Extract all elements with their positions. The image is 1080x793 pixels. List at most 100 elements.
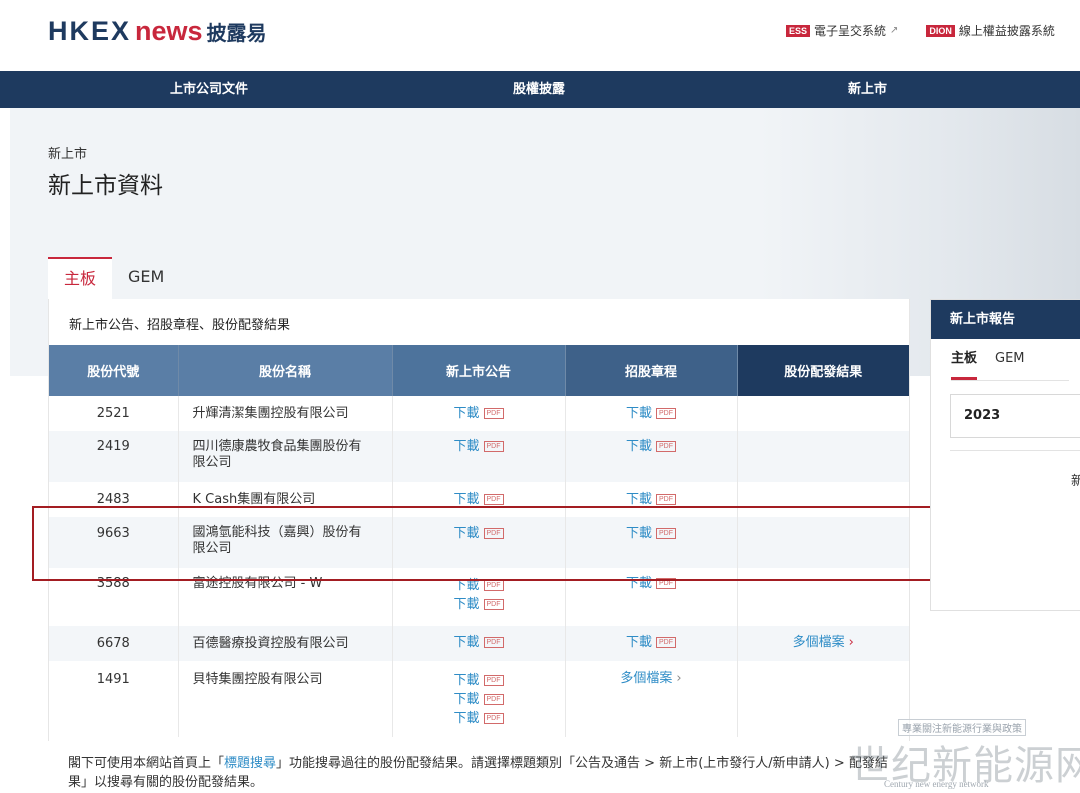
ess-link-label: 電子呈交系統: [814, 24, 887, 38]
footnote: 閣下可使用本網站首頁上「標題搜尋」功能搜尋過往的股份配發結果。請選擇標題類別「公…: [68, 754, 898, 792]
side-tab-gem[interactable]: GEM: [995, 339, 1025, 380]
nav-item-disclosure-of-interests[interactable]: 股權披露: [513, 71, 565, 108]
nav-item-listed-company-documents[interactable]: 上市公司文件: [170, 71, 248, 108]
prospectus-cell: 下載 PDF: [565, 396, 738, 431]
stock-code: 6678: [96, 636, 130, 651]
external-link-icon: ↗: [890, 25, 899, 36]
download-label: 下載: [453, 597, 480, 612]
download-label: 下載: [625, 492, 652, 507]
download-link[interactable]: 下載 PDF: [566, 404, 737, 423]
pdf-icon: PDF: [483, 637, 504, 648]
new-listing-report-panel: 新上市報告 主板 GEM 2023 新: [930, 299, 1080, 611]
announcement-cell: 下載 PDF: [392, 626, 566, 661]
pdf-icon: PDF: [656, 441, 676, 452]
download-label: 下載: [453, 673, 480, 688]
column-header-allotment-results: 股份配發結果: [737, 345, 909, 396]
pdf-icon: PDF: [656, 494, 676, 505]
download-label: 下載: [453, 439, 480, 454]
multiple-files-link[interactable]: 多個檔案 ›: [738, 633, 910, 652]
allotment-cell: 多個檔案 ›: [737, 626, 909, 661]
download-link[interactable]: 下載 PDF: [393, 595, 565, 614]
download-link[interactable]: 下載 PDF: [393, 404, 565, 423]
stock-name-cell: 四川德康農牧食品集團股份有限公司: [178, 431, 393, 482]
pdf-icon: PDF: [483, 713, 504, 724]
download-link[interactable]: 下載 PDF: [393, 633, 565, 652]
download-label: 下載: [453, 635, 480, 650]
watermark: 專業關注新能源行業與政策 世纪新能源网 Century new energy n…: [850, 719, 1080, 793]
download-link[interactable]: 下載 PDF: [393, 437, 565, 456]
stock-code: 2483: [96, 492, 130, 507]
dion-link[interactable]: DION 線上權益披露系統: [926, 22, 1055, 39]
panel-title: 新上市公告、招股章程、股份配發結果: [69, 318, 291, 333]
pdf-icon: PDF: [656, 637, 676, 648]
column-header-prospectus: 招股章程: [565, 345, 738, 396]
pdf-icon: PDF: [483, 599, 504, 610]
pdf-icon: PDF: [656, 408, 676, 419]
table-row: 6678 百德醫療投資控股有限公司 下載 PDF 下載 PDF 多個檔案 ›: [49, 626, 909, 661]
hkexnews-logo[interactable]: HKEX news 披露易: [48, 16, 267, 48]
stock-name: 升輝清潔集團控股有限公司: [192, 406, 349, 421]
year-select[interactable]: 2023: [950, 394, 1080, 438]
side-panel-title: 新上市報告: [931, 300, 1080, 339]
dion-tag: DION: [926, 24, 955, 37]
download-label: 下載: [453, 406, 480, 421]
stock-name-cell: 升輝清潔集團控股有限公司: [178, 396, 393, 431]
side-tabs: 主板 GEM: [951, 339, 1069, 381]
prospectus-cell: 下載 PDF: [565, 626, 738, 661]
title-search-link[interactable]: 標題搜尋: [224, 756, 276, 771]
stock-name: 百德醫療投資控股有限公司: [192, 636, 349, 651]
table-row: 2419 四川德康農牧食品集團股份有限公司 下載 PDF 下載 PDF: [49, 431, 909, 482]
stock-name: K Cash集團有限公司: [192, 492, 316, 507]
chevron-right-icon: ›: [676, 671, 682, 686]
pdf-icon: PDF: [483, 694, 504, 705]
stock-code-cell: 1491: [49, 661, 179, 737]
download-link[interactable]: 下載 PDF: [393, 671, 565, 690]
breadcrumb[interactable]: 新上市: [48, 143, 87, 162]
side-tab-main-board[interactable]: 主板: [951, 339, 978, 380]
prospectus-cell: 多個檔案 ›: [565, 661, 738, 737]
stock-name-cell: 百德醫療投資控股有限公司: [178, 626, 393, 661]
ess-tag: ESS: [786, 24, 811, 37]
stock-code-cell: 2521: [49, 396, 179, 431]
table-row: 2521 升輝清潔集團控股有限公司 下載 PDF 下載 PDF: [49, 396, 909, 431]
dion-link-label: 線上權益披露系統: [958, 24, 1055, 38]
tab-gem[interactable]: GEM: [112, 257, 180, 299]
download-link[interactable]: 下載 PDF: [566, 633, 737, 652]
stock-code: 1491: [96, 672, 130, 687]
pdf-icon: PDF: [483, 494, 504, 505]
multiple-files-label: 多個檔案: [792, 635, 845, 650]
top-links: ESS 電子呈交系統 ↗ DION 線上權益披露系統: [786, 22, 1055, 39]
download-label: 下載: [625, 406, 652, 421]
stock-name: 四川德康農牧食品集團股份有限公司: [192, 439, 362, 470]
side-report-link[interactable]: 新: [1071, 470, 1080, 489]
logo-chinese-text: 披露易: [206, 21, 267, 45]
ess-link[interactable]: ESS 電子呈交系統 ↗: [786, 22, 898, 39]
prospectus-cell: 下載 PDF: [565, 431, 738, 482]
watermark-english: Century new energy network: [884, 779, 989, 789]
announcement-cell: 下載 PDF: [392, 431, 566, 482]
stock-name-cell: 貝特集團控股有限公司: [178, 661, 393, 737]
download-link[interactable]: 下載 PDF: [566, 437, 737, 456]
tab-main-board[interactable]: 主板: [48, 257, 113, 299]
pdf-icon: PDF: [483, 408, 504, 419]
main-nav: 上市公司文件 股權披露 新上市: [0, 71, 1080, 108]
stock-name: 貝特集團控股有限公司: [192, 672, 323, 687]
multiple-files-link[interactable]: 多個檔案 ›: [566, 669, 737, 688]
download-label: 下載: [453, 692, 480, 707]
allotment-cell: [737, 431, 909, 482]
stock-code-cell: 2419: [49, 431, 179, 482]
nav-item-new-listings[interactable]: 新上市: [848, 71, 887, 108]
column-header-stock-code: 股份代號: [49, 345, 179, 396]
pdf-icon: PDF: [483, 580, 504, 591]
logo-news-text: news: [135, 16, 203, 46]
stock-code-cell: 6678: [49, 626, 179, 661]
page-title: 新上市資料: [48, 173, 163, 199]
stock-code: 2521: [96, 406, 130, 421]
announcement-cell: 下載 PDF: [392, 396, 566, 431]
board-tabs: 主板 GEM: [48, 257, 180, 299]
table-row: 1491 貝特集團控股有限公司 下載 PDF 下載 PDF 下載 PDF 多個檔案 ›: [49, 661, 909, 737]
download-link[interactable]: 下載 PDF: [393, 690, 565, 709]
download-label: 下載: [453, 492, 480, 507]
download-label: 下載: [625, 635, 652, 650]
download-link[interactable]: 下載 PDF: [393, 709, 565, 728]
